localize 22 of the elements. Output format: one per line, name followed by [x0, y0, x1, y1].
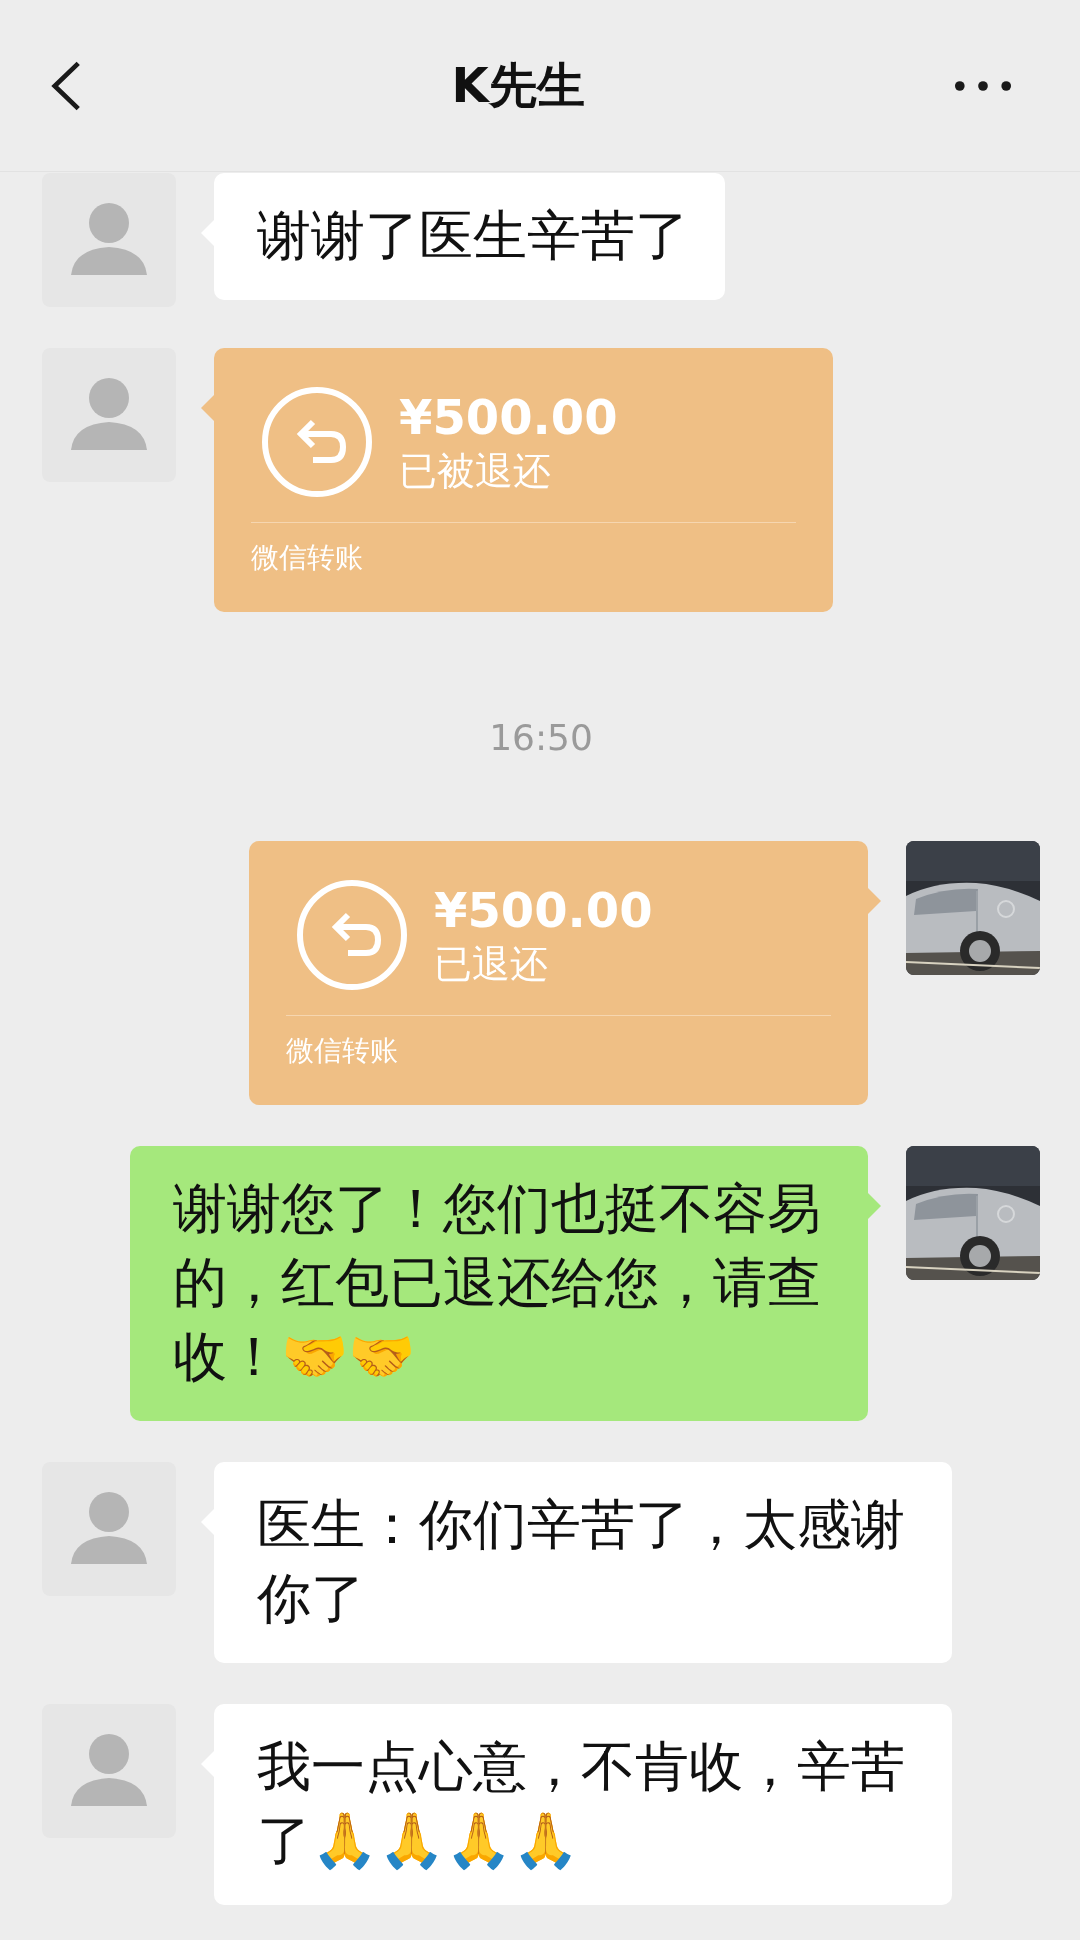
back-icon[interactable]	[50, 59, 82, 112]
more-icon[interactable]	[954, 79, 1012, 92]
chat-title: K先生	[451, 55, 585, 115]
bubble-tail	[867, 1192, 881, 1220]
transfer-label: 微信转账	[286, 1033, 399, 1069]
transfer-amount: ¥500.00	[399, 388, 618, 446]
message-bubble[interactable]: 我一点心意，不肯收，辛苦了🙏🙏🙏🙏	[214, 1704, 952, 1905]
message-text: 谢谢了医生辛苦了	[257, 204, 689, 267]
transfer-status: 已被退还	[399, 448, 552, 495]
message-bubble[interactable]: 谢谢您了！您们也挺不容易的，红包已退还给您，请查收！🤝🤝	[130, 1146, 868, 1421]
timestamp: 16:50	[489, 717, 593, 758]
message-text: 我一点心意，不肯收，辛苦了🙏🙏🙏🙏	[257, 1735, 905, 1872]
transfer-label: 微信转账	[251, 540, 364, 576]
return-icon	[261, 386, 373, 498]
return-icon	[296, 879, 408, 991]
message-text: 医生：你们辛苦了，太感谢你了	[257, 1493, 905, 1630]
transfer-status: 已退还	[434, 941, 549, 988]
message-text: 谢谢您了！您们也挺不容易的，红包已退还给您，请查收！🤝🤝	[173, 1177, 821, 1388]
message-bubble[interactable]: 谢谢了医生辛苦了	[214, 173, 725, 300]
transfer-amount: ¥500.00	[434, 881, 653, 939]
bubble-tail	[867, 887, 881, 915]
message-bubble[interactable]: 医生：你们辛苦了，太感谢你了	[214, 1462, 952, 1663]
